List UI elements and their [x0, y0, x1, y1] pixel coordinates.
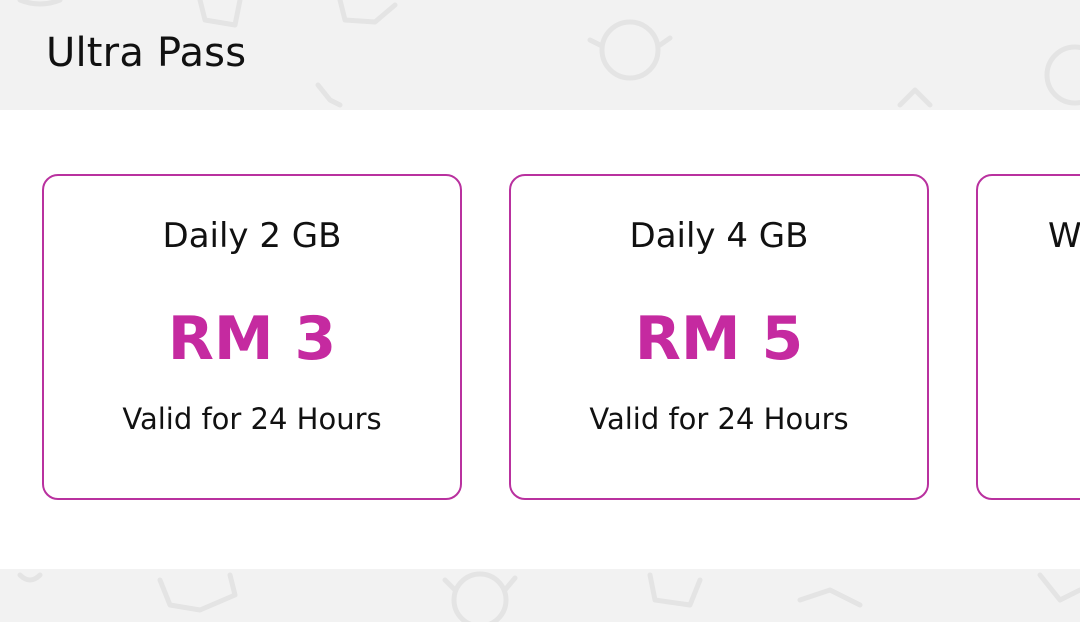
- pass-card-daily-4gb[interactable]: Daily 4 GB RM 5 Valid for 24 Hours: [509, 174, 929, 500]
- pass-card-daily-2gb[interactable]: Daily 2 GB RM 3 Valid for 24 Hours: [42, 174, 462, 500]
- pass-validity: Valid for 24 Hours: [122, 402, 382, 436]
- pass-name: Daily 2 GB: [162, 216, 342, 256]
- header: Ultra Pass: [0, 0, 1080, 110]
- page: Ultra Pass Daily 2 GB RM 3 Valid for 24 …: [0, 0, 1080, 622]
- pass-card-partial[interactable]: W: [976, 174, 1080, 500]
- page-title: Ultra Pass: [46, 30, 247, 76]
- pass-name: W: [1048, 216, 1080, 256]
- pass-name: Daily 4 GB: [629, 216, 809, 256]
- pass-validity: Valid for 24 Hours: [589, 402, 849, 436]
- pass-price: RM 5: [634, 304, 804, 374]
- pass-list-panel: Daily 2 GB RM 3 Valid for 24 Hours Daily…: [0, 110, 1080, 569]
- pass-price: RM 3: [167, 304, 337, 374]
